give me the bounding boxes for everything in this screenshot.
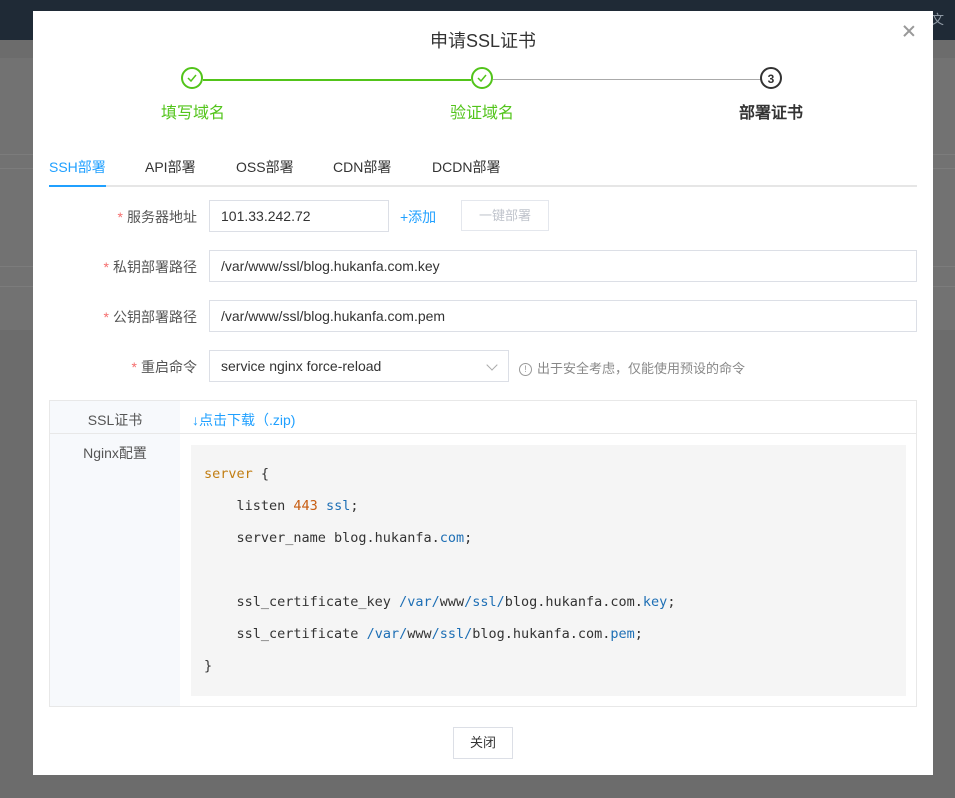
add-server-link[interactable]: +添加 [400, 207, 436, 227]
code-line: } [204, 658, 213, 674]
step-connector-pending [493, 79, 761, 80]
code-line: server_name blog.hukanfa.com; [204, 530, 473, 546]
nginx-config-label: Nginx配置 [83, 445, 147, 461]
info-row-divider [50, 433, 916, 434]
public-key-label: * 公钥部署路径 [103, 309, 197, 325]
one-click-deploy-button[interactable]: 一键部署 [461, 200, 549, 231]
server-address-row: * 服务器地址 101.33.242.72 +添加 一键部署 [33, 200, 933, 232]
private-key-row: * 私钥部署路径 /var/www/ssl/blog.hukanfa.com.ke… [33, 250, 933, 282]
restart-command-select[interactable]: service nginx force-reload [209, 350, 509, 382]
step-1-check-icon [181, 67, 203, 89]
public-key-path-input[interactable]: /var/www/ssl/blog.hukanfa.com.pem [209, 300, 917, 332]
step-2-check-icon [471, 67, 493, 89]
step-connector-done [203, 79, 471, 81]
code-line: ssl_certificate_key /var/www/ssl/blog.hu… [204, 594, 676, 610]
tab-api[interactable]: API部署 [145, 157, 196, 177]
step-1-label: 填写域名 [161, 105, 226, 122]
step-2-label: 验证域名 [450, 105, 515, 122]
close-button[interactable]: 关闭 [453, 727, 513, 759]
server-address-input[interactable]: 101.33.242.72 [209, 200, 389, 232]
restart-command-hint: ! 出于安全考虑，仅能使用预设的命令 [519, 358, 745, 377]
chevron-down-icon [486, 359, 498, 371]
tab-cdn[interactable]: CDN部署 [333, 157, 391, 177]
public-key-row: * 公钥部署路径 /var/www/ssl/blog.hukanfa.com.pe… [33, 300, 933, 332]
code-line: server { [204, 466, 270, 482]
private-key-label: * 私钥部署路径 [103, 259, 197, 275]
ssl-cert-label: SSL证书 [87, 412, 143, 428]
deploy-method-tabs: SSH部署 API部署 OSS部署 CDN部署 DCDN部署 [49, 151, 917, 187]
step-3-label: 部署证书 [739, 105, 804, 122]
close-icon[interactable] [899, 21, 919, 41]
tab-oss[interactable]: OSS部署 [236, 157, 294, 177]
info-icon: ! [519, 363, 532, 376]
active-tab-indicator [49, 185, 106, 187]
restart-command-value: service nginx force-reload [221, 358, 382, 374]
step-3-number: 3 [760, 67, 782, 89]
private-key-path-input[interactable]: /var/www/ssl/blog.hukanfa.com.key [209, 250, 917, 282]
ssl-certificate-dialog: 申请SSL证书 填写域名 验证域名 3 部署证书 SSH部署 API部署 OSS… [33, 11, 933, 775]
tab-ssh[interactable]: SSH部署 [49, 157, 106, 177]
code-line: ssl_certificate /var/www/ssl/blog.hukanf… [204, 626, 643, 642]
download-zip-link[interactable]: ↓点击下载（.zip) [192, 410, 295, 430]
nginx-config-code: server { listen 443 ssl; server_name blo… [191, 445, 906, 696]
server-address-label: * 服务器地址 [117, 209, 197, 225]
tab-dcdn[interactable]: DCDN部署 [432, 157, 500, 177]
restart-command-row: * 重启命令 service nginx force-reload ! 出于安全考虑… [33, 350, 933, 382]
progress-steps: 填写域名 验证域名 3 部署证书 [33, 67, 933, 137]
dialog-title: 申请SSL证书 [429, 31, 537, 51]
code-line: listen 443 ssl; [204, 498, 359, 514]
restart-command-label: * 重启命令 [131, 359, 197, 375]
certificate-info-table: SSL证书 ↓点击下载（.zip) Nginx配置 server { liste… [49, 400, 917, 707]
